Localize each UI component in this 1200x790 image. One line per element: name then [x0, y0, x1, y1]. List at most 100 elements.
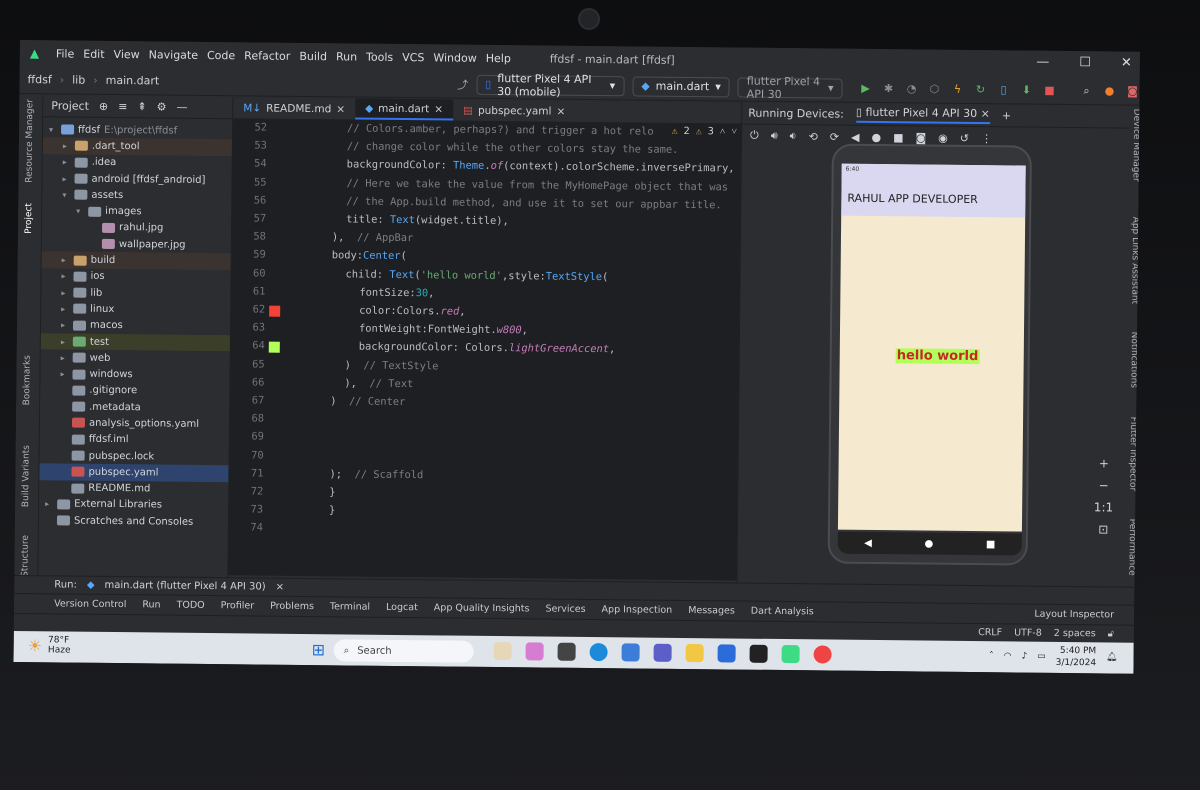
store-icon[interactable]	[621, 643, 640, 662]
breadcrumb-project[interactable]: ffdsf	[28, 73, 52, 86]
expand-arrow-icon[interactable]: ▸	[61, 272, 73, 281]
record-icon[interactable]: ◉	[938, 131, 948, 144]
battery-icon[interactable]: ▭	[1037, 652, 1046, 662]
rotate-right-icon[interactable]: ⟳	[830, 130, 839, 143]
tree-item[interactable]: README.md	[39, 480, 228, 498]
expand-arrow-icon[interactable]: ▸	[63, 158, 75, 167]
more-icon[interactable]: ⋮	[981, 132, 992, 145]
tree-item[interactable]: ▸ windows	[40, 366, 229, 384]
nav-recents-icon[interactable]: ■	[986, 539, 996, 550]
tool-window-profiler[interactable]: Profiler	[221, 600, 255, 611]
tool-resource-manager[interactable]: Resource Manager	[25, 99, 36, 183]
code-line[interactable]: }	[329, 504, 335, 516]
taskbar-search[interactable]: ⌕ Search	[333, 639, 474, 663]
task-view-icon[interactable]	[557, 642, 576, 661]
menu-help[interactable]: Help	[486, 51, 511, 64]
overview-icon[interactable]: ■	[893, 131, 904, 144]
close-icon[interactable]: ×	[434, 103, 443, 115]
chevron-up-icon[interactable]: ˄	[720, 126, 726, 137]
run-icon[interactable]: ▶	[858, 81, 872, 95]
add-icon[interactable]: +	[1002, 109, 1011, 122]
tree-item[interactable]: ▸ lib	[41, 284, 230, 302]
volume-up-icon[interactable]: 🔊︎	[771, 129, 778, 143]
zoom-actual-icon[interactable]: 1:1	[1094, 500, 1113, 514]
windows-start-icon[interactable]: ⊞	[312, 640, 326, 659]
code-area[interactable]: ⚠ 2 ⚠ 3 ˄ ˅ 52 // Colors.amber, perhaps?)…	[228, 119, 741, 580]
copilot-icon[interactable]	[525, 642, 544, 661]
stop-icon[interactable]: ■	[1042, 83, 1056, 97]
expand-arrow-icon[interactable]: ▸	[60, 370, 72, 379]
power-icon[interactable]: ⏻	[750, 129, 759, 143]
widget-app-icon[interactable]	[493, 641, 512, 661]
expand-arrow-icon[interactable]: ▾	[76, 207, 88, 216]
hot-restart-icon[interactable]: ↻	[973, 82, 987, 96]
tree-item[interactable]: ▸ android [ffdsf_android]	[42, 170, 231, 188]
menu-view[interactable]: View	[114, 47, 140, 60]
profile-icon[interactable]: ◔	[904, 82, 918, 96]
tree-item[interactable]: ▸ .dart_tool	[42, 137, 232, 156]
tool-window-logcat[interactable]: Logcat	[386, 602, 418, 613]
expand-arrow-icon[interactable]: ▾	[49, 125, 61, 134]
file-explorer-icon[interactable]	[685, 644, 704, 663]
weather-widget[interactable]: ☀ 78°F Haze	[28, 635, 71, 655]
code-line[interactable]: backgroundColor: Colors.lightGreenAccent…	[359, 341, 616, 356]
tree-item[interactable]: ▾ images	[42, 203, 231, 221]
tool-project[interactable]: Project	[24, 203, 34, 234]
inspection-widget[interactable]: ⚠ 2 ⚠ 3 ˄ ˅	[672, 126, 738, 138]
code-line[interactable]: body:Center(	[332, 250, 407, 263]
search-icon[interactable]: ⌕	[1079, 84, 1093, 98]
tool-window-app-inspection[interactable]: App Inspection	[602, 604, 673, 616]
run-config-tab[interactable]: main.dart (flutter Pixel 4 API 30)	[104, 580, 265, 593]
tool-build-variants[interactable]: Build Variants	[21, 445, 32, 507]
close-icon[interactable]: ✕	[1121, 56, 1132, 71]
tool-structure[interactable]: Structure	[20, 535, 30, 577]
tree-item[interactable]: pubspec.yaml	[39, 463, 229, 482]
menu-vcs[interactable]: VCS	[402, 51, 424, 64]
teams-icon[interactable]	[653, 643, 672, 662]
code-line[interactable]: backgroundColor: Theme.of(context).color…	[347, 159, 735, 175]
code-line[interactable]: ) // Center	[330, 395, 405, 408]
line-separator[interactable]: CRLF	[978, 627, 1002, 638]
tool-window-problems[interactable]: Problems	[270, 601, 314, 612]
menu-tools[interactable]: Tools	[366, 50, 393, 63]
outlook-icon[interactable]	[717, 644, 736, 663]
wifi-icon[interactable]: ◠	[1004, 651, 1012, 661]
menu-build[interactable]: Build	[299, 49, 327, 62]
sdk-manager-icon[interactable]: ⬇	[1019, 83, 1033, 97]
code-line[interactable]: ), // AppBar	[332, 231, 413, 244]
tool-bookmarks[interactable]: Bookmarks	[22, 355, 33, 405]
menu-refactor[interactable]: Refactor	[244, 49, 290, 62]
expand-arrow-icon[interactable]: ▸	[61, 353, 73, 362]
notion-icon[interactable]	[749, 644, 768, 663]
close-icon[interactable]: ×	[556, 105, 565, 117]
clock[interactable]: 5:40 PM 3/1/2024	[1056, 645, 1097, 669]
device-manager-icon[interactable]: ▯	[996, 83, 1010, 97]
code-line[interactable]: color:Colors.red,	[359, 305, 465, 318]
tool-window-dart-analysis[interactable]: Dart Analysis	[751, 606, 814, 618]
zoom-in-icon[interactable]: +	[1094, 456, 1113, 470]
camera-icon[interactable]: ◙	[915, 131, 926, 144]
zoom-out-icon[interactable]: −	[1094, 478, 1113, 492]
tree-item[interactable]: ▸ web	[41, 349, 230, 367]
phone-screen[interactable]: 6:40 RAHUL APP DEVELOPER hello world	[837, 163, 1026, 532]
update-icon[interactable]: ●	[1102, 84, 1116, 98]
expand-icon[interactable]: ≡	[118, 100, 127, 113]
tab-pubspec[interactable]: ▤ pubspec.yaml ×	[453, 100, 575, 122]
tool-device-manager[interactable]: Device Manager	[1131, 109, 1140, 182]
code-line[interactable]: // Colors.amber, perhaps?) and trigger a…	[347, 122, 654, 137]
rotate-left-icon[interactable]: ⟲	[809, 130, 818, 143]
tab-main-dart[interactable]: ◆ main.dart ×	[354, 98, 454, 121]
code-line[interactable]: ), // Text	[344, 377, 413, 390]
tree-item[interactable]: ▾ assets	[42, 186, 231, 204]
minimize-icon[interactable]: —	[1036, 55, 1049, 70]
menu-run[interactable]: Run	[336, 50, 357, 63]
tree-item[interactable]: analysis_options.yaml	[40, 415, 229, 433]
attach-icon[interactable]: ⬡	[927, 82, 941, 96]
hot-reload-icon[interactable]: ϟ	[950, 82, 964, 96]
lock-icon[interactable]: 🔓︎	[1108, 628, 1114, 639]
tab-readme[interactable]: M↓ README.md ×	[233, 97, 355, 119]
android-studio-taskbar-icon[interactable]	[781, 645, 800, 664]
chevron-down-icon[interactable]: ˅	[731, 126, 737, 137]
code-line[interactable]: child: Text ('hello world',style:TextStyl…	[346, 268, 609, 283]
tool-window-run[interactable]: Run	[142, 599, 160, 610]
